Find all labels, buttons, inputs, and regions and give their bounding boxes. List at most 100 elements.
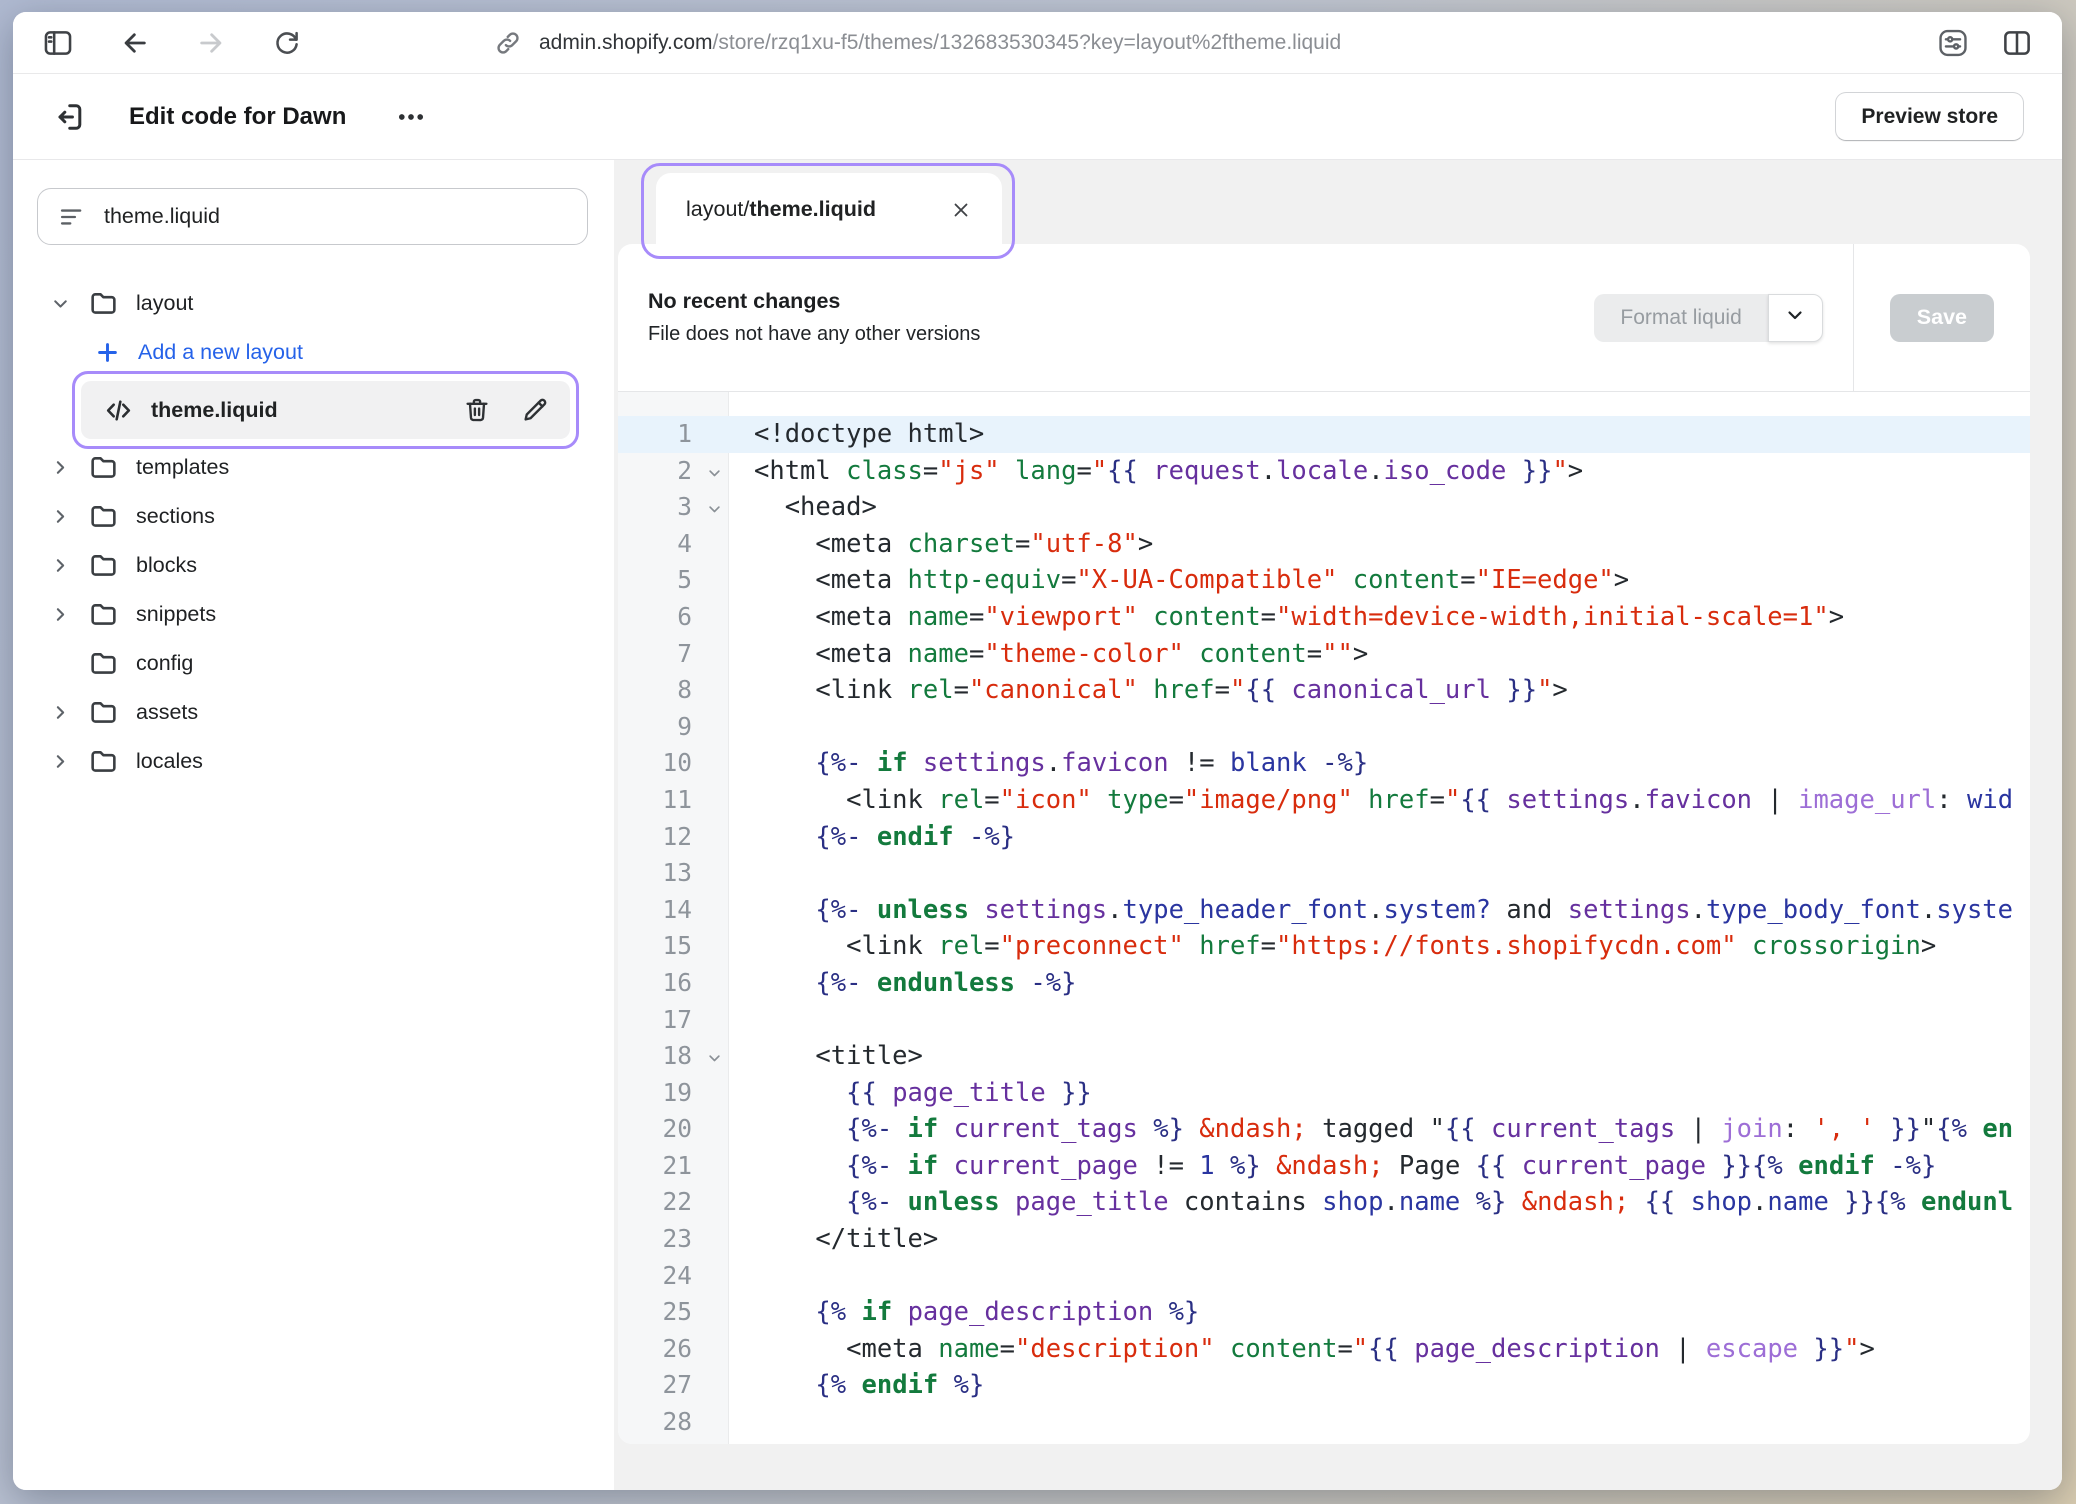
code-line-content[interactable]: {% if page_description %}	[728, 1294, 2030, 1331]
code-line-content[interactable]: <head>	[728, 489, 2030, 526]
address-bar[interactable]: admin.shopify.com/store/rzq1xu-f5/themes…	[493, 28, 1916, 58]
chevron-right-icon[interactable]	[50, 457, 71, 478]
folder-icon	[88, 452, 119, 483]
code-line: 17	[618, 1002, 2030, 1039]
code-line-content[interactable]: {% endif %}	[728, 1367, 2030, 1404]
code-line: 1<!doctype html>	[618, 416, 2030, 453]
folder-icon	[88, 697, 119, 728]
more-actions-icon[interactable]	[394, 100, 428, 134]
line-number: 4	[618, 526, 728, 563]
chevron-right-icon[interactable]	[50, 751, 71, 772]
tab-theme-liquid[interactable]: layout/theme.liquid	[656, 173, 1002, 246]
code-line-content[interactable]	[728, 709, 2030, 746]
fold-chevron-icon[interactable]	[707, 465, 722, 480]
tree-item-label: locales	[136, 749, 203, 774]
action-add-a-new-layout[interactable]: Add a new layout	[37, 328, 596, 377]
fold-chevron-icon[interactable]	[707, 1051, 722, 1066]
code-line-content[interactable]: {%- unless settings.type_header_font.sys…	[728, 892, 2030, 929]
reload-icon[interactable]	[271, 27, 303, 59]
sidebar-item-templates[interactable]: templates	[37, 443, 596, 492]
fold-chevron-icon[interactable]	[707, 502, 722, 517]
trash-icon[interactable]	[462, 395, 492, 425]
line-number: 7	[618, 636, 728, 673]
code-line-content[interactable]: <title>	[728, 1038, 2030, 1075]
filter-icon	[58, 203, 86, 231]
chevron-right-icon[interactable]	[50, 555, 71, 576]
code-line-content[interactable]	[728, 1258, 2030, 1295]
tab-file-name: theme.liquid	[749, 197, 876, 222]
plus-icon	[94, 339, 121, 366]
chevron-right-icon[interactable]	[50, 506, 71, 527]
split-view-icon[interactable]	[2000, 26, 2034, 60]
code-line-content[interactable]: {%- unless page_title contains shop.name…	[728, 1184, 2030, 1221]
code-line-content[interactable]	[728, 1404, 2030, 1441]
code-line-content[interactable]: <link rel="preconnect" href="https://fon…	[728, 928, 2030, 965]
code-line: 7 <meta name="theme-color" content="">	[618, 636, 2030, 673]
code-line-content[interactable]: <meta http-equiv="X-UA-Compatible" conte…	[728, 562, 2030, 599]
format-options-button[interactable]	[1768, 294, 1823, 342]
code-line-content[interactable]: {%- if settings.favicon != blank -%}	[728, 745, 2030, 782]
code-line-content[interactable]	[728, 1002, 2030, 1039]
folder-icon	[88, 288, 119, 319]
code-line-content[interactable]: <link rel="canonical" href="{{ canonical…	[728, 672, 2030, 709]
line-number: 22	[618, 1184, 728, 1221]
code-line: 5 <meta http-equiv="X-UA-Compatible" con…	[618, 562, 2030, 599]
code-line-content[interactable]: <!doctype html>	[728, 416, 2030, 453]
code-line-content[interactable]: {%- if current_tags %} &ndash; tagged "{…	[728, 1111, 2030, 1148]
search-input[interactable]	[104, 204, 567, 229]
code-line: 28	[618, 1404, 2030, 1441]
chevron-down-icon[interactable]	[50, 293, 71, 314]
code-line-content[interactable]: {%- endif -%}	[728, 819, 2030, 856]
code-line-content[interactable]: <meta name="theme-color" content="">	[728, 636, 2030, 673]
tree-item-label: blocks	[136, 553, 197, 578]
sidebar-item-sections[interactable]: sections	[37, 492, 596, 541]
code-line-content[interactable]: {%- if current_page != 1 %} &ndash; Page…	[728, 1148, 2030, 1185]
sidebar-item-theme-liquid[interactable]: theme.liquid	[81, 381, 570, 439]
line-number: 26	[618, 1331, 728, 1368]
sidebar-item-locales[interactable]: locales	[37, 737, 596, 786]
sidebar-toggle-icon[interactable]	[41, 26, 75, 60]
close-icon[interactable]	[944, 193, 978, 227]
tab-bar: layout/theme.liquid	[618, 160, 2030, 244]
preview-store-button[interactable]: Preview store	[1835, 92, 2024, 141]
code-line-content[interactable]: {% render 'meta-tags' %}	[728, 1441, 2030, 1444]
sidebar-item-snippets[interactable]: snippets	[37, 590, 596, 639]
code-line: 9	[618, 709, 2030, 746]
tree-item-label: snippets	[136, 602, 216, 627]
chevron-right-icon[interactable]	[50, 604, 71, 625]
back-icon[interactable]	[119, 27, 151, 59]
line-number: 15	[618, 928, 728, 965]
sidebar-item-assets[interactable]: assets	[37, 688, 596, 737]
sidebar-item-config[interactable]: config	[37, 639, 596, 688]
url-path: /store/rzq1xu-f5/themes/132683530345?key…	[713, 31, 1342, 54]
folder-icon	[88, 648, 119, 679]
code-file-icon	[103, 395, 134, 426]
chevron-right-icon[interactable]	[50, 702, 71, 723]
file-search[interactable]	[37, 188, 588, 245]
code-line: 22 {%- unless page_title contains shop.n…	[618, 1184, 2030, 1221]
extensions-settings-icon[interactable]	[1936, 26, 1970, 60]
code-line-content[interactable]	[728, 855, 2030, 892]
save-area: Save	[1853, 244, 2030, 391]
code-editor[interactable]: 1<!doctype html>2<html class="js" lang="…	[618, 392, 2030, 1444]
code-line-content[interactable]: <link rel="icon" type="image/png" href="…	[728, 782, 2030, 819]
sidebar-item-layout[interactable]: layout	[37, 279, 596, 328]
line-number: 11	[618, 782, 728, 819]
code-line-content[interactable]: {%- endunless -%}	[728, 965, 2030, 1002]
code-line-content[interactable]: <meta name="viewport" content="width=dev…	[728, 599, 2030, 636]
line-number: 29	[618, 1441, 728, 1444]
sidebar-item-blocks[interactable]: blocks	[37, 541, 596, 590]
line-number: 10	[618, 745, 728, 782]
save-button[interactable]: Save	[1890, 294, 1994, 342]
line-number: 17	[618, 1002, 728, 1039]
folder-icon	[88, 550, 119, 581]
code-line-content[interactable]: <meta name="description" content="{{ pag…	[728, 1331, 2030, 1368]
format-liquid-button[interactable]: Format liquid	[1594, 294, 1767, 342]
code-line-content[interactable]: <html class="js" lang="{{ request.locale…	[728, 453, 2030, 490]
code-line-content[interactable]: {{ page_title }}	[728, 1075, 2030, 1112]
forward-icon[interactable]	[195, 27, 227, 59]
code-line-content[interactable]: </title>	[728, 1221, 2030, 1258]
code-line-content[interactable]: <meta charset="utf-8">	[728, 526, 2030, 563]
exit-editor-icon[interactable]	[51, 99, 87, 135]
pencil-icon[interactable]	[520, 395, 550, 425]
